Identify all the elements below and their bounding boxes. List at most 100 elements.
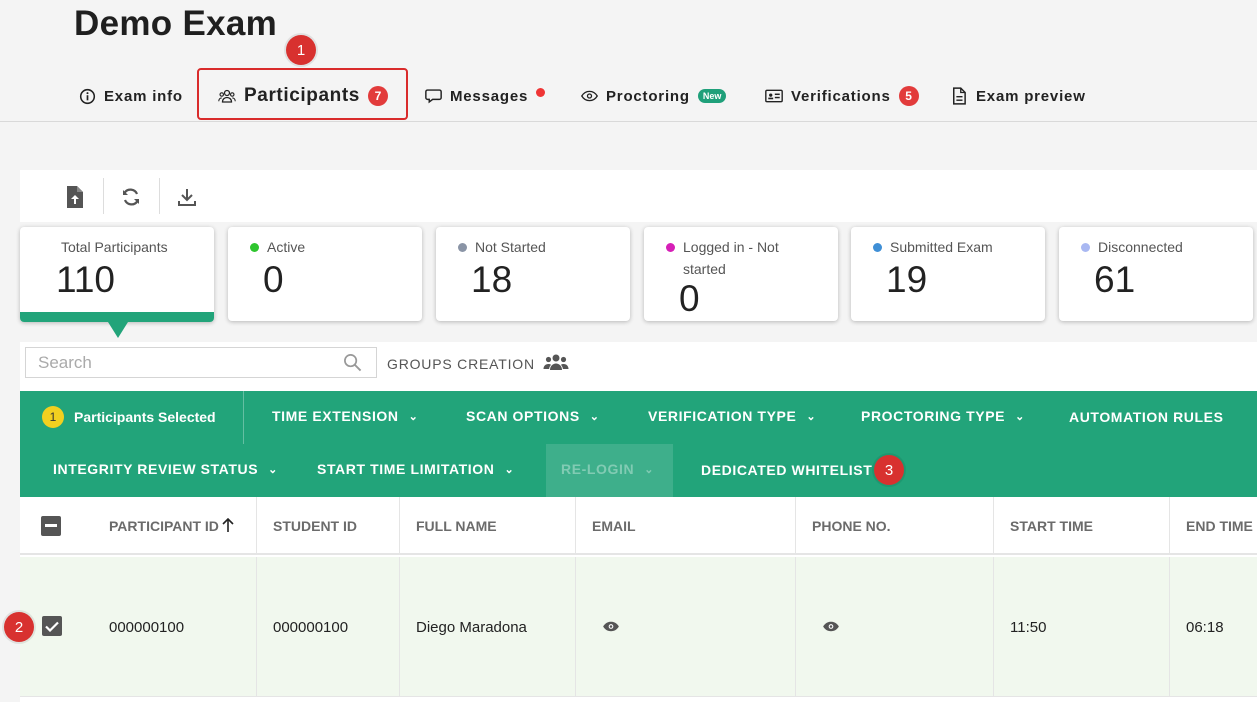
stat-label: Not Started xyxy=(475,239,546,255)
cell-participant-id: 000000100 xyxy=(109,618,185,636)
cell-start-time: 11:50 xyxy=(993,557,1046,697)
column-label: PARTICIPANT ID xyxy=(109,518,219,534)
column-header-email[interactable]: EMAIL xyxy=(575,497,636,555)
unread-dot xyxy=(536,87,546,97)
stat-value: 61 xyxy=(1094,259,1136,300)
toolbar-divider xyxy=(159,178,160,214)
menu-label: SCAN OPTIONS xyxy=(466,408,580,424)
document-icon xyxy=(950,87,968,105)
column-header-start-time[interactable]: START TIME xyxy=(993,497,1093,555)
step-marker: 3 xyxy=(874,455,904,485)
tab-proctoring[interactable]: Proctoring New xyxy=(580,70,727,122)
stat-card-total[interactable]: Total Participants 110 xyxy=(20,227,214,338)
show-email-eye-icon[interactable] xyxy=(602,619,620,636)
column-header-end-time[interactable]: END TIME xyxy=(1169,497,1253,555)
stat-value: 110 xyxy=(56,259,115,300)
bulk-actions-bar: 1 Participants Selected TIME EXTENSION ⌄ … xyxy=(20,391,1257,497)
groups-creation-button[interactable]: GROUPS CREATION xyxy=(387,353,569,374)
chevron-down-icon: ⌄ xyxy=(268,463,278,476)
tab-label: Proctoring xyxy=(606,87,690,105)
status-dot xyxy=(1081,243,1090,252)
tab-label: Messages xyxy=(450,87,529,105)
column-header-participant-id[interactable]: PARTICIPANT ID xyxy=(93,497,234,555)
search-icon[interactable] xyxy=(343,353,362,377)
stat-label: Total Participants xyxy=(61,239,168,255)
download-icon[interactable] xyxy=(172,182,202,212)
integrity-review-status-menu[interactable]: INTEGRITY REVIEW STATUS ⌄ xyxy=(53,461,278,477)
verifications-count-badge: 5 xyxy=(898,86,919,106)
stat-card-logged-in-not-started[interactable]: Logged in - Not started 0 xyxy=(644,227,838,321)
selected-count-badge: 1 xyxy=(42,406,64,428)
column-header-student-id[interactable]: STUDENT ID xyxy=(256,497,357,555)
refresh-icon[interactable] xyxy=(116,182,146,212)
column-header-phone[interactable]: PHONE NO. xyxy=(795,497,891,555)
tab-verifications[interactable]: Verifications 5 xyxy=(765,70,919,122)
id-card-icon xyxy=(765,87,783,105)
stat-card-active[interactable]: Active 0 xyxy=(228,227,422,321)
time-extension-menu[interactable]: TIME EXTENSION ⌄ xyxy=(272,408,418,424)
column-label: FULL NAME xyxy=(416,518,497,534)
proctoring-type-menu[interactable]: PROCTORING TYPE ⌄ xyxy=(861,408,1025,424)
cell-full-name: Diego Maradona xyxy=(399,557,527,697)
status-dot xyxy=(666,243,675,252)
stat-value: 18 xyxy=(471,259,513,300)
menu-label: AUTOMATION RULES xyxy=(1069,409,1224,425)
table-row[interactable]: 000000100 000000100 Diego Maradona 11:50… xyxy=(20,557,1257,697)
column-label: STUDENT ID xyxy=(273,518,357,534)
search-input[interactable] xyxy=(26,348,326,377)
selected-card-pointer xyxy=(108,322,128,338)
row-checkbox[interactable] xyxy=(42,616,62,636)
stat-label: Logged in - Not started xyxy=(683,239,779,277)
search-box xyxy=(25,347,377,378)
new-pill: New xyxy=(697,89,727,103)
verification-type-menu[interactable]: VERIFICATION TYPE ⌄ xyxy=(648,408,816,424)
start-time-limitation-menu[interactable]: START TIME LIMITATION ⌄ xyxy=(317,461,514,477)
chevron-down-icon: ⌄ xyxy=(644,463,655,476)
chevron-down-icon: ⌄ xyxy=(806,410,817,423)
stat-card-not-started[interactable]: Not Started 18 xyxy=(436,227,630,321)
step-marker: 2 xyxy=(4,612,34,642)
status-dot xyxy=(250,243,259,252)
selected-card-bar xyxy=(20,312,214,322)
column-label: START TIME xyxy=(1010,518,1093,534)
column-label: END TIME xyxy=(1186,518,1253,534)
tab-exam-info[interactable]: Exam info xyxy=(78,70,183,122)
status-dot xyxy=(458,243,467,252)
re-login-menu[interactable]: RE-LOGIN ⌄ xyxy=(546,444,673,497)
dedicated-whitelist-button[interactable]: DEDICATED WHITELIST xyxy=(701,462,872,478)
toolbar-divider xyxy=(103,178,104,214)
toolbar xyxy=(20,170,1257,222)
bar-divider xyxy=(243,391,244,444)
info-icon xyxy=(78,87,96,105)
stat-value: 0 xyxy=(263,259,284,300)
stat-label: Active xyxy=(267,239,306,255)
active-tab-highlight xyxy=(197,68,408,120)
step-marker: 1 xyxy=(286,35,316,65)
stat-card-disconnected[interactable]: Disconnected 61 xyxy=(1059,227,1253,321)
stat-card-submitted[interactable]: Submitted Exam 19 xyxy=(851,227,1045,321)
menu-label: PROCTORING TYPE xyxy=(861,408,1006,424)
menu-label: TIME EXTENSION xyxy=(272,408,399,424)
tab-label: Exam preview xyxy=(976,87,1086,105)
show-phone-eye-icon[interactable] xyxy=(822,619,840,636)
groups-creation-label: GROUPS CREATION xyxy=(387,355,535,372)
table-header: PARTICIPANT ID STUDENT ID FULL NAME EMAI… xyxy=(20,497,1257,555)
tab-exam-preview[interactable]: Exam preview xyxy=(950,70,1086,122)
selection-summary: 1 Participants Selected xyxy=(42,406,216,428)
tab-label: Verifications xyxy=(791,87,891,105)
stat-value: 0 xyxy=(679,278,700,319)
upload-file-icon[interactable] xyxy=(60,182,90,212)
cell-phone xyxy=(795,557,840,697)
tab-label: Exam info xyxy=(104,87,183,105)
scan-options-menu[interactable]: SCAN OPTIONS ⌄ xyxy=(466,408,600,424)
tab-messages[interactable]: Messages xyxy=(424,70,546,122)
automation-rules-button[interactable]: AUTOMATION RULES xyxy=(1069,409,1224,425)
column-header-full-name[interactable]: FULL NAME xyxy=(399,497,497,555)
page-title: Demo Exam xyxy=(74,4,278,43)
stat-label: Submitted Exam xyxy=(890,239,993,255)
select-all-checkbox[interactable] xyxy=(41,516,61,536)
selected-label: Participants Selected xyxy=(74,409,216,425)
cell-student-id: 000000100 xyxy=(256,557,348,697)
chevron-down-icon: ⌄ xyxy=(504,463,515,476)
cell-email xyxy=(575,557,620,697)
